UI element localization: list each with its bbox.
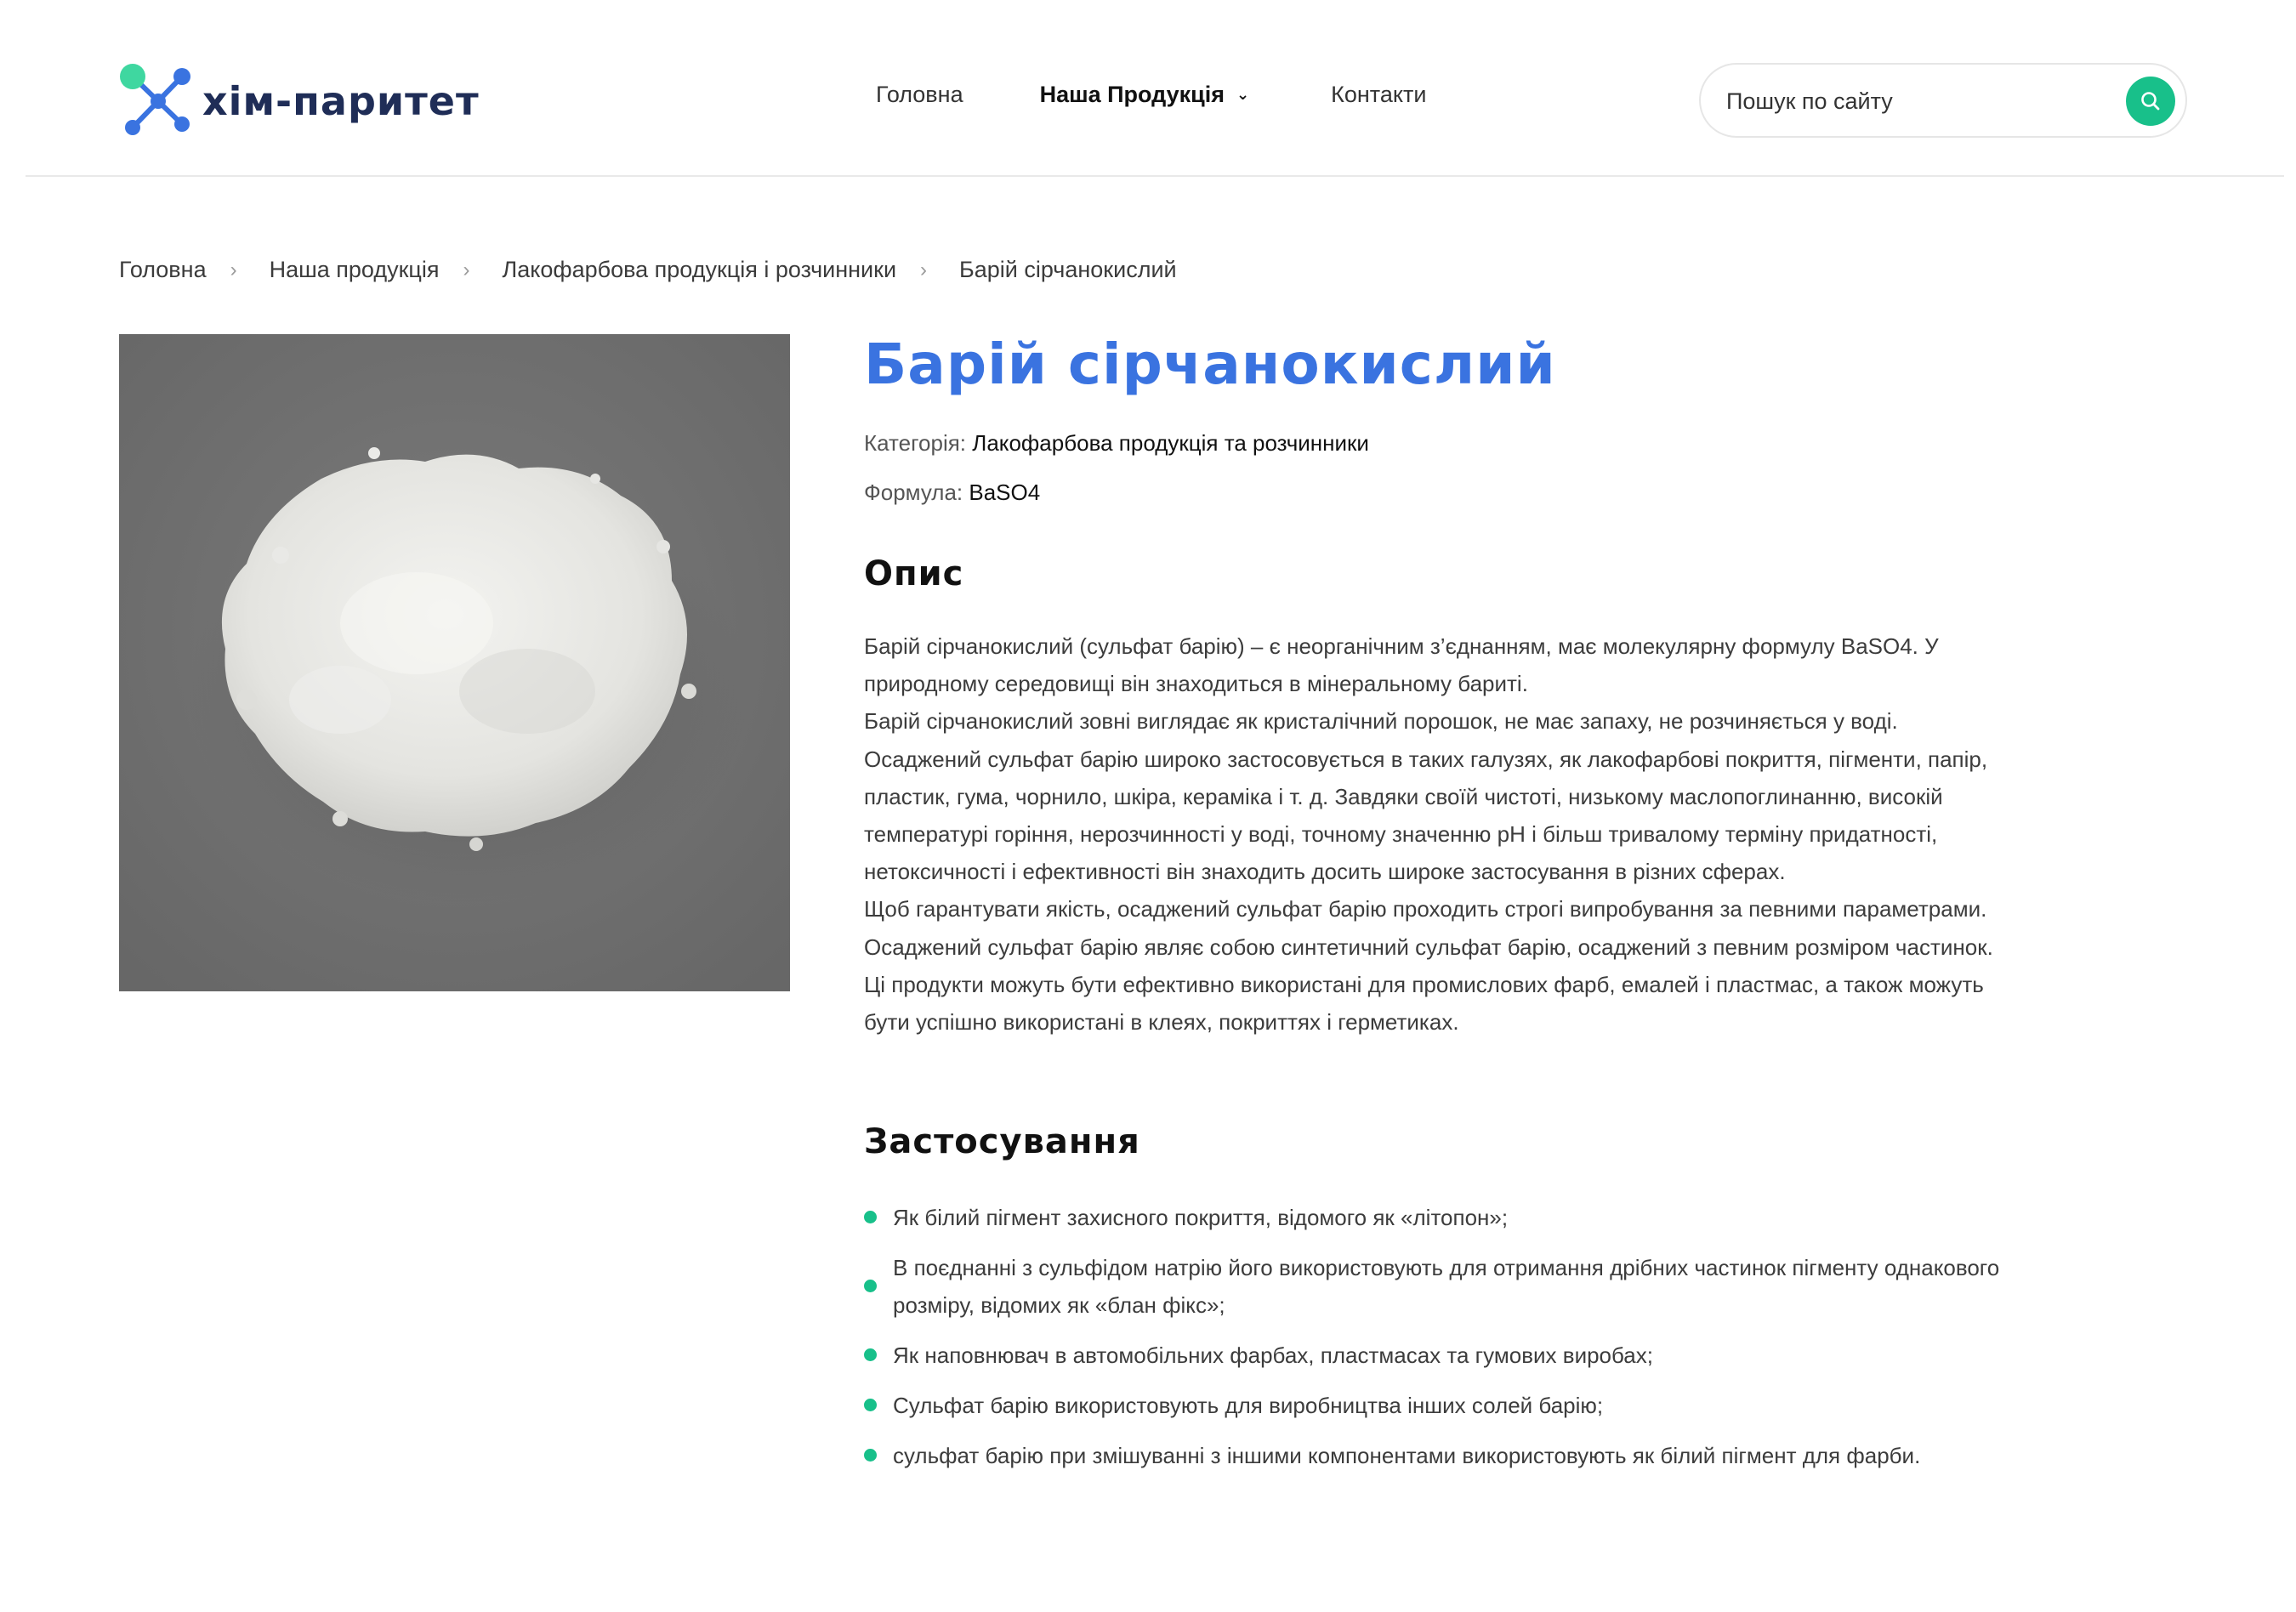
- bullet-dot-icon: [864, 1211, 877, 1223]
- description-heading: Опис: [864, 554, 964, 593]
- nav-item-home[interactable]: Головна: [876, 82, 963, 108]
- breadcrumb-home[interactable]: Головна: [119, 257, 207, 283]
- search-icon: [2141, 92, 2160, 111]
- chevron-right-icon: ›: [463, 258, 470, 281]
- white-powder-photo: [119, 334, 790, 991]
- site-logo[interactable]: хім-паритет: [119, 63, 480, 139]
- list-item-text: Як білий пігмент захисного покриття, від…: [893, 1205, 1509, 1230]
- list-item-text: сульфат барію при змішуванні з іншими ко…: [893, 1443, 1921, 1468]
- product-category: Категорія: Лакофарбова продукція та розч…: [864, 430, 1369, 457]
- site-header: хім-паритет Головна Наша Продукція ⌄ Кон…: [0, 0, 2296, 177]
- chevron-right-icon: ›: [920, 258, 928, 281]
- list-item-text: В поєднанні з сульфідом натрію його вико…: [893, 1255, 2000, 1318]
- applications-heading: Застосування: [864, 1122, 1140, 1161]
- search-input[interactable]: [1725, 83, 2102, 119]
- bullet-dot-icon: [864, 1399, 877, 1411]
- list-item: Як білий пігмент захисного покриття, від…: [864, 1199, 2012, 1236]
- description-paragraph: Барій сірчанокислий зовні виглядає як кр…: [864, 708, 1898, 735]
- description-paragraph: Осаджений сульфат барію являє собою синт…: [864, 934, 1993, 1036]
- nav-item-contacts[interactable]: Контакти: [1331, 82, 1426, 108]
- search-button[interactable]: [2126, 77, 2175, 126]
- description-paragraph: Осаджений сульфат барію широко застосову…: [864, 746, 1988, 885]
- bullet-dot-icon: [864, 1449, 877, 1462]
- description-paragraph: Щоб гарантувати якість, осаджений сульфа…: [864, 896, 1987, 922]
- applications-list: Як білий пігмент захисного покриття, від…: [864, 1199, 2012, 1487]
- description-paragraph: Барій сірчанокислий (сульфат барію) – є …: [864, 633, 1939, 697]
- nav-item-products-label: Наша Продукція: [1039, 82, 1225, 107]
- nav-item-products[interactable]: Наша Продукція ⌄: [1040, 82, 1250, 108]
- chevron-down-icon: ⌄: [1236, 86, 1250, 103]
- bullet-dot-icon: [864, 1348, 877, 1361]
- header-divider: [26, 175, 2284, 177]
- list-item: Як наповнювач в автомобільних фарбах, пл…: [864, 1337, 2012, 1374]
- product-image: [119, 334, 790, 991]
- product-title: Барій сірчанокислий: [864, 332, 1556, 397]
- description-text: Барій сірчанокислий (сульфат барію) – є …: [864, 627, 2012, 1041]
- breadcrumb: Головна › Наша продукція › Лакофарбова п…: [119, 257, 1177, 283]
- category-label: Категорія:: [864, 430, 967, 456]
- list-item: Сульфат барію використовують для виробни…: [864, 1387, 2012, 1424]
- formula-label: Формула:: [864, 480, 963, 505]
- list-item: В поєднанні з сульфідом натрію його вико…: [864, 1249, 2012, 1324]
- list-item-text: Як наповнювач в автомобільних фарбах, пл…: [893, 1342, 1653, 1368]
- chevron-right-icon: ›: [230, 258, 237, 281]
- bullet-dot-icon: [864, 1280, 877, 1292]
- breadcrumb-category[interactable]: Лакофарбова продукція і розчинники: [503, 257, 897, 283]
- category-link[interactable]: Лакофарбова продукція та розчинники: [972, 430, 1369, 456]
- molecule-logo-icon: [120, 64, 190, 135]
- formula-value: BaSO4: [969, 480, 1041, 505]
- list-item: сульфат барію при змішуванні з іншими ко…: [864, 1437, 2012, 1474]
- product-formula: Формула: BaSO4: [864, 480, 1040, 506]
- search-box: [1699, 63, 2187, 138]
- list-item-text: Сульфат барію використовують для виробни…: [893, 1393, 1604, 1418]
- breadcrumb-products[interactable]: Наша продукція: [270, 257, 440, 283]
- breadcrumb-current: Барій сірчанокислий: [959, 257, 1177, 282]
- main-nav: Головна Наша Продукція ⌄ Контакти: [876, 82, 1426, 108]
- brand-name: хім-паритет: [202, 78, 480, 124]
